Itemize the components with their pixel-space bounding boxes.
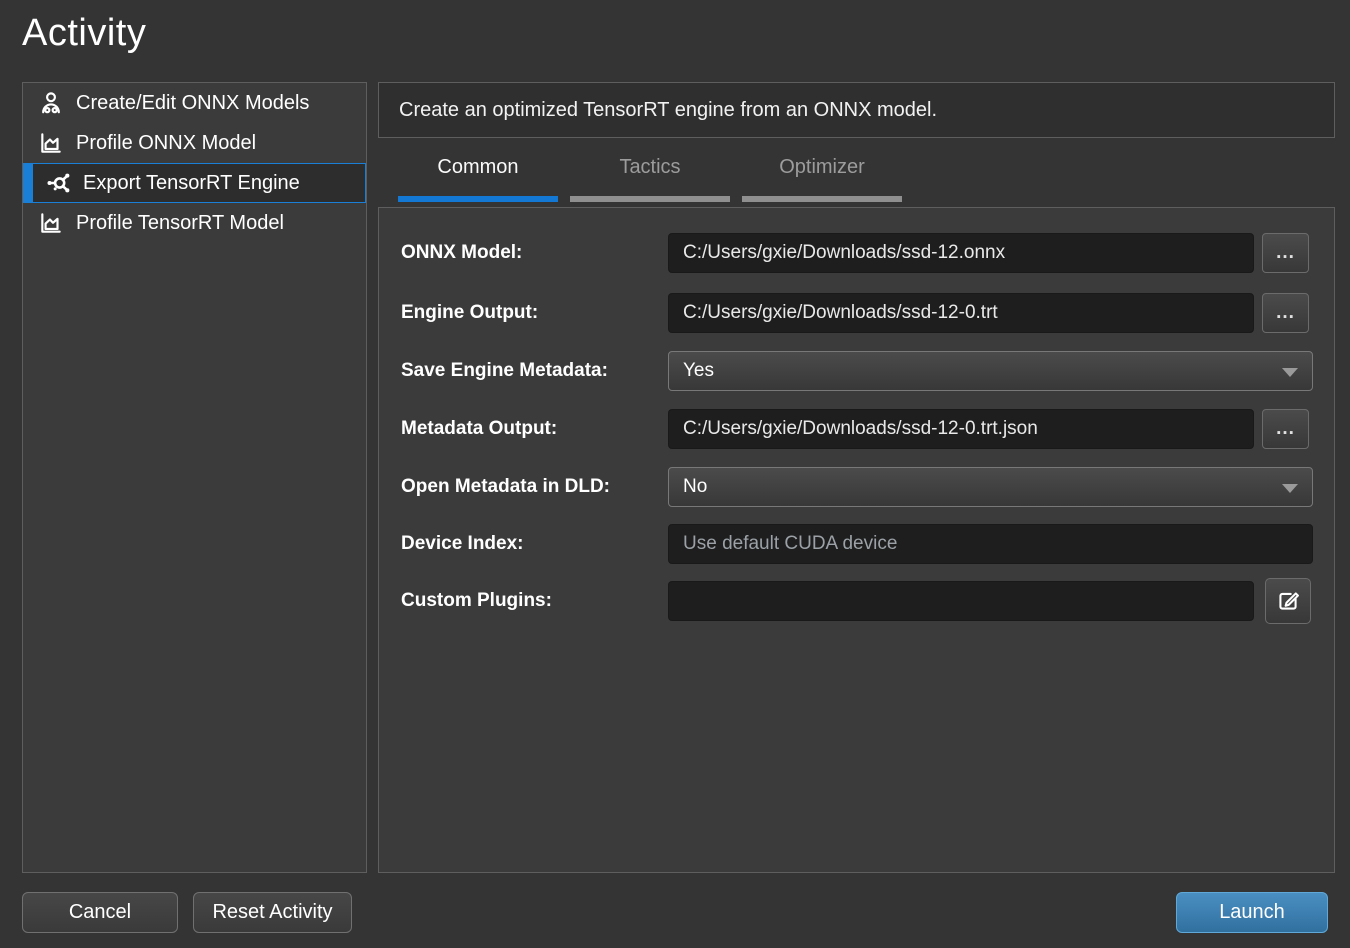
network-graph-icon [44,169,72,197]
metadata-output-browse-button[interactable]: ... [1262,409,1309,449]
engine-output-label: Engine Output: [401,293,538,333]
save-engine-metadata-label: Save Engine Metadata: [401,351,608,391]
launch-button[interactable]: Launch [1176,892,1328,933]
tab-tactics[interactable]: Tactics [570,150,730,202]
activity-description: Create an optimized TensorRT engine from… [378,82,1335,138]
form-row-open-metadata-dld: Open Metadata in DLD: No [379,467,1334,507]
form-row-metadata-output: Metadata Output: ... [379,409,1334,449]
tab-optimizer[interactable]: Optimizer [742,150,902,202]
form-row-custom-plugins: Custom Plugins: [379,581,1334,621]
open-metadata-dld-dropdown[interactable]: No [668,467,1313,507]
sidebar-item-profile-tensorrt[interactable]: Profile TensorRT Model [23,203,366,243]
custom-plugins-edit-button[interactable] [1265,578,1311,624]
open-metadata-dld-label: Open Metadata in DLD: [401,467,610,507]
save-engine-metadata-dropdown[interactable]: Yes [668,351,1313,391]
activity-dialog: Activity Create/Edit ONNX Models P [0,0,1350,948]
form-row-device-index: Device Index: [379,524,1334,564]
area-chart-icon [37,209,65,237]
engine-output-input[interactable] [668,293,1254,333]
tab-common[interactable]: Common [398,150,558,202]
form-row-engine-output: Engine Output: ... [379,293,1334,333]
metadata-output-input[interactable] [668,409,1254,449]
onnx-model-browse-button[interactable]: ... [1262,233,1309,273]
form-row-save-engine-metadata: Save Engine Metadata: Yes [379,351,1334,391]
common-tab-panel: ONNX Model: ... Engine Output: ... Save … [378,207,1335,873]
chevron-down-icon [1282,484,1298,493]
device-index-label: Device Index: [401,524,524,564]
form-row-onnx-model: ONNX Model: ... [379,233,1334,273]
cancel-button[interactable]: Cancel [22,892,178,933]
sidebar-item-create-edit-onnx[interactable]: Create/Edit ONNX Models [23,83,366,123]
edit-pencil-icon [1275,588,1301,614]
area-chart-icon [37,129,65,157]
reset-activity-button[interactable]: Reset Activity [193,892,352,933]
device-index-input[interactable] [668,524,1313,564]
sidebar-item-label: Export TensorRT Engine [83,172,300,195]
page-title: Activity [22,12,146,55]
person-nodes-icon [37,89,65,117]
chevron-down-icon [1282,368,1298,377]
activity-description-text: Create an optimized TensorRT engine from… [399,99,937,122]
sidebar-item-export-tensorrt[interactable]: Export TensorRT Engine [23,163,366,203]
sidebar-item-label: Profile TensorRT Model [76,212,284,235]
sidebar-item-label: Create/Edit ONNX Models [76,92,309,115]
onnx-model-input[interactable] [668,233,1254,273]
custom-plugins-input[interactable] [668,581,1254,621]
dropdown-selected-value: No [683,476,707,498]
custom-plugins-label: Custom Plugins: [401,581,552,621]
activity-list: Create/Edit ONNX Models Profile ONNX Mod… [22,82,367,873]
sidebar-item-profile-onnx[interactable]: Profile ONNX Model [23,123,366,163]
onnx-model-label: ONNX Model: [401,233,522,273]
metadata-output-label: Metadata Output: [401,409,557,449]
engine-output-browse-button[interactable]: ... [1262,293,1309,333]
dropdown-selected-value: Yes [683,360,714,382]
sidebar-item-label: Profile ONNX Model [76,132,256,155]
